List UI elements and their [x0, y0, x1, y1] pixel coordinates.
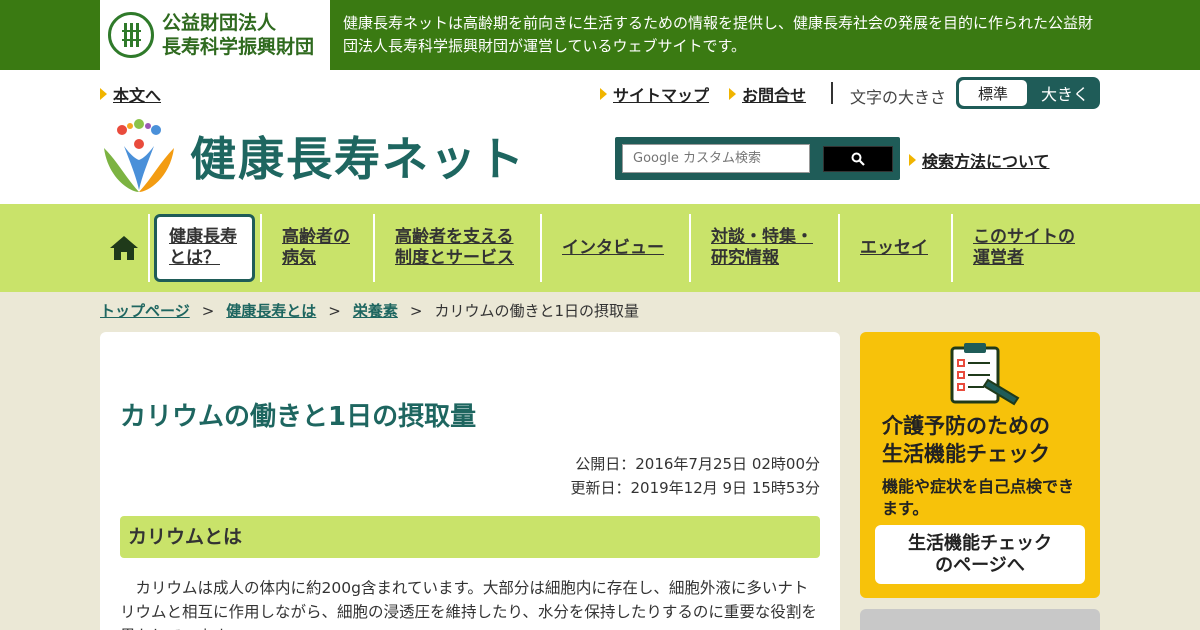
breadcrumb-separator: > — [409, 301, 423, 320]
banner-title-line2: 生活機能チェック — [882, 442, 1050, 466]
breadcrumb-link-health[interactable]: 健康長寿とは — [226, 300, 316, 321]
life-function-check-banner[interactable]: 介護予防のための 生活機能チェック 機能や症状を自己点検できます。 生活機能チェ… — [860, 332, 1100, 598]
life-function-check-button[interactable]: 生活機能チェック のページへ — [875, 525, 1085, 584]
search-icon — [851, 152, 865, 166]
nav-item-features[interactable]: 対談・特集・ 研究情報 — [691, 214, 813, 282]
breadcrumb-current: カリウムの働きと1日の摂取量 — [434, 302, 640, 320]
top-bar: 公益財団法人 長寿科学振興財団 健康長寿ネットは高齢期を前向きに生活するための情… — [0, 0, 1200, 70]
font-size-toggle: 標準 大きく — [956, 77, 1100, 109]
search-help-link[interactable]: 検索方法について — [909, 148, 1050, 172]
nav-item-support-systems[interactable]: 高齢者を支える 制度とサービス — [375, 214, 514, 282]
page-title: カリウムの働きと1日の摂取量 — [120, 402, 477, 432]
clipboard-check-icon — [950, 343, 1020, 406]
nav-label: このサイトの — [973, 227, 1075, 247]
font-size-large-button[interactable]: 大きく — [1034, 80, 1096, 106]
published-date: 公開日：2016年7月25日 02時00分 — [575, 455, 820, 473]
section-heading: カリウムとは — [120, 516, 820, 558]
nav-label: とは？ — [169, 248, 220, 268]
body-paragraph: カリウムは成人の体内に約200g含まれています。大部分は細胞内に存在し、細胞外液… — [120, 579, 817, 630]
breadcrumb: トップページ > 健康長寿とは > 栄養素 > カリウムの働きと1日の摂取量 — [100, 300, 639, 321]
main-content: カリウムの働きと1日の摂取量 公開日：2016年7月25日 02時00分 更新日… — [100, 332, 840, 630]
nav-item-about[interactable]: このサイトの 運営者 — [953, 214, 1075, 282]
nav-home[interactable] — [100, 214, 148, 282]
nav-label: インタビュー — [562, 237, 664, 258]
updated-date: 更新日：2019年12月 9日 15時53分 — [570, 479, 820, 497]
sitemap-link[interactable]: サイトマップ — [600, 82, 709, 106]
page-dates: 公開日：2016年7月25日 02時00分 更新日：2019年12月 9日 15… — [570, 452, 820, 500]
banner-title-line1: 介護予防のための — [882, 414, 1050, 438]
breadcrumb-separator: > — [328, 301, 341, 320]
main-nav: 健康長寿 とは？ 高齢者の 病気 高齢者を支える 制度とサービス インタビュー 対談・… — [0, 204, 1200, 292]
nav-label: 研究情報 — [711, 248, 779, 268]
nav-item-health-longevity[interactable]: 健康長寿 とは？ — [149, 214, 237, 282]
site-title: 健康長寿ネット — [190, 132, 526, 186]
nav-label: 対談・特集・ — [711, 227, 813, 247]
font-size-label: 文字の大きさ — [850, 88, 947, 107]
search-button[interactable] — [823, 146, 893, 172]
banner-button-line1: 生活機能チェック — [908, 532, 1052, 554]
site-logo[interactable]: 健康長寿ネット — [100, 118, 526, 194]
nav-label: 健康長寿 — [169, 227, 237, 247]
nav-label: 病気 — [282, 248, 316, 268]
home-icon — [110, 236, 138, 260]
org-name-line1: 公益財団法人 — [162, 12, 277, 34]
breadcrumb-separator: > — [201, 301, 215, 320]
divider — [831, 82, 833, 104]
search-form — [615, 137, 900, 180]
org-name-line2: 長寿科学振興財団 — [162, 36, 315, 58]
org-logo[interactable]: 公益財団法人 長寿科学振興財団 — [100, 0, 330, 70]
site-description: 健康長寿ネットは高齢期を前向きに生活するための情報を提供し、健康長寿社会の発展を… — [343, 14, 1094, 55]
breadcrumb-link-nutrients[interactable]: 栄養素 — [353, 300, 398, 321]
contact-link[interactable]: お問合せ — [729, 82, 806, 106]
banner-button-line2: のページへ — [935, 554, 1025, 576]
header: 本文へ サイトマップ お問合せ 文字の大きさ 標準 大きく 健康長寿ネット Go… — [0, 70, 1200, 204]
nav-label: 高齢者を支える — [395, 227, 514, 247]
nav-label: 制度とサービス — [395, 248, 514, 268]
sidebar-banner-2[interactable] — [860, 609, 1100, 630]
org-name: 公益財団法人 長寿科学振興財団 — [162, 11, 314, 59]
nav-item-interview[interactable]: インタビュー — [542, 214, 664, 282]
banner-description: 機能や症状を自己点検できます。 — [882, 477, 1075, 518]
font-size-standard-button[interactable]: 標準 — [959, 80, 1027, 106]
banner-title: 介護予防のための 生活機能チェック — [882, 412, 1050, 468]
nav-label: 高齢者の — [282, 227, 350, 247]
nav-item-diseases[interactable]: 高齢者の 病気 — [262, 214, 350, 282]
bamboo-emblem-icon — [108, 12, 154, 58]
leaf-people-logo-icon — [104, 119, 174, 192]
search-input[interactable] — [622, 144, 810, 173]
skip-to-content-link[interactable]: 本文へ — [100, 82, 161, 106]
breadcrumb-link-top[interactable]: トップページ — [100, 300, 190, 321]
nav-label: 運営者 — [973, 248, 1024, 268]
nav-label: エッセイ — [860, 237, 928, 258]
nav-item-essay[interactable]: エッセイ — [840, 214, 928, 282]
